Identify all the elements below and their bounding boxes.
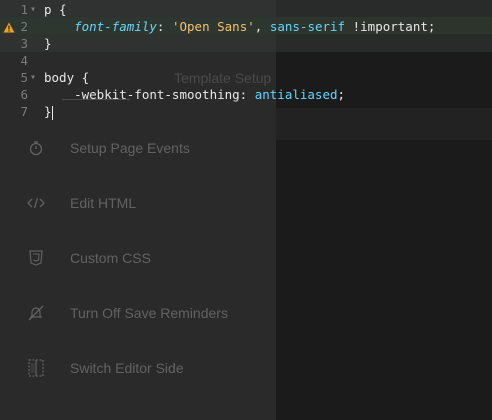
css3-icon	[22, 250, 50, 266]
code-token: font-family	[74, 19, 157, 34]
code-token: ;	[337, 87, 346, 102]
code-text[interactable]: p {	[44, 1, 67, 18]
code-token: }	[44, 104, 52, 119]
line-number: 6	[20, 87, 28, 102]
text-cursor	[51, 105, 53, 120]
code-token: ,	[254, 19, 270, 34]
fold-toggle-icon[interactable]: ▾	[30, 1, 36, 18]
code-token: p {	[44, 2, 67, 17]
menu-item-custom-css[interactable]: Custom CSS	[22, 238, 272, 278]
code-text[interactable]: -webkit-font-smoothing: antialiased;	[44, 86, 345, 103]
fold-toggle-icon[interactable]: ▾	[30, 69, 36, 86]
menu-item-label: Custom CSS	[70, 250, 151, 266]
code-line[interactable]: 6 -webkit-font-smoothing: antialiased;	[0, 86, 492, 103]
code-text[interactable]: }	[44, 103, 53, 120]
code-token: -webkit-font-smoothing:	[44, 87, 255, 102]
code-line[interactable]: 3}	[0, 35, 492, 52]
line-number: 3	[20, 36, 28, 51]
code-token: 'Open Sans'	[171, 19, 255, 34]
menu-item-edit-html[interactable]: Edit HTML	[22, 183, 272, 223]
menu-item-switch-editor-side[interactable]: Switch Editor Side	[22, 348, 272, 388]
code-text[interactable]: font-family: 'Open Sans', sans-serif !im…	[44, 18, 435, 35]
line-number: 2	[20, 19, 28, 34]
code-line[interactable]: 2 font-family: 'Open Sans', sans-serif !…	[0, 18, 492, 35]
code-token: :	[156, 19, 172, 34]
code-line[interactable]: 5 ▾ body {	[0, 69, 492, 86]
switch-side-icon	[22, 359, 50, 377]
code-line[interactable]: 1 ▾ p {	[0, 1, 492, 18]
stopwatch-icon	[22, 140, 50, 156]
menu-item-label: Turn Off Save Reminders	[70, 305, 228, 321]
bell-off-icon	[22, 304, 50, 322]
code-token: sans-serif	[269, 19, 346, 34]
code-token: !important;	[345, 19, 436, 34]
line-number: 1	[20, 2, 28, 17]
menu-item-turn-off-save-reminders[interactable]: Turn Off Save Reminders	[22, 293, 272, 333]
code-token: }	[44, 36, 52, 51]
code-brackets-icon	[22, 196, 50, 210]
menu-item-setup-page-events[interactable]: Setup Page Events	[22, 128, 272, 168]
line-number: 5	[20, 70, 28, 85]
code-text[interactable]: body {	[44, 69, 89, 86]
code-token: body {	[44, 70, 90, 85]
menu-item-label: Edit HTML	[70, 195, 137, 211]
code-text[interactable]: }	[44, 35, 52, 52]
code-line[interactable]: 7}	[0, 103, 492, 120]
menu-item-label: Setup Page Events	[70, 140, 190, 156]
code-token: antialiased	[254, 87, 338, 102]
code-line[interactable]: 4	[0, 52, 492, 69]
menu-item-label: Switch Editor Side	[70, 360, 184, 376]
css-code-editor[interactable]: 1 ▾ p {2 font-family: 'Open Sans', sans-se…	[0, 0, 492, 120]
line-number: 4	[20, 53, 28, 68]
line-number: 7	[20, 104, 28, 119]
